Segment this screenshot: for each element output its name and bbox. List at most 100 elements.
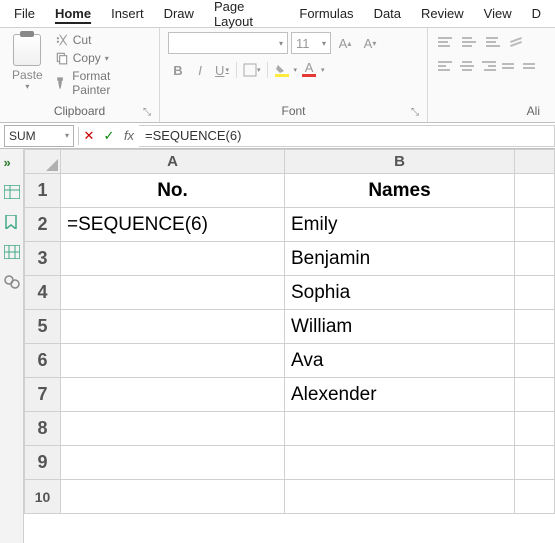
chevron-down-icon[interactable]: ▾ xyxy=(105,54,109,63)
cell[interactable]: Alexender xyxy=(285,378,515,412)
cell[interactable] xyxy=(61,242,285,276)
formula-input[interactable]: =SEQUENCE(6) xyxy=(139,125,555,147)
column-header-c[interactable] xyxy=(515,150,555,174)
cell[interactable] xyxy=(61,446,285,480)
accept-formula-button[interactable]: ✓ xyxy=(99,128,119,144)
align-bottom-button[interactable] xyxy=(484,32,506,52)
menu-tab-view[interactable]: View xyxy=(474,2,522,25)
menu-tab-formulas[interactable]: Formulas xyxy=(289,2,363,25)
bookmark-icon[interactable] xyxy=(4,215,20,229)
italic-button[interactable]: I xyxy=(190,60,210,80)
name-box[interactable]: SUM ▾ xyxy=(4,125,74,147)
cell[interactable] xyxy=(515,174,555,208)
column-header-a[interactable]: A xyxy=(61,150,285,174)
ribbon: Paste ▾ Cut Copy ▾ Format Painter xyxy=(0,28,555,123)
row-header[interactable]: 3 xyxy=(25,242,61,276)
row-header[interactable]: 2 xyxy=(25,208,61,242)
select-all-corner[interactable] xyxy=(25,150,61,174)
cell[interactable]: William xyxy=(285,310,515,344)
cell[interactable] xyxy=(61,276,285,310)
cell[interactable]: Benjamin xyxy=(285,242,515,276)
bold-button[interactable]: B xyxy=(168,60,188,80)
font-color-button[interactable]: A xyxy=(299,60,319,80)
table-icon[interactable] xyxy=(4,245,20,259)
side-panel: » xyxy=(0,149,24,543)
borders-button[interactable]: ▾ xyxy=(241,60,263,80)
formula-bar: SUM ▾ ✕ ✓ fx =SEQUENCE(6) xyxy=(0,123,555,149)
ribbon-group-alignment: Ali xyxy=(428,28,548,122)
expand-panel-icon[interactable]: » xyxy=(4,155,20,169)
increase-indent-button[interactable] xyxy=(521,56,540,76)
cell-editing[interactable]: =SEQUENCE(6) xyxy=(61,208,285,242)
cell[interactable]: Sophia xyxy=(285,276,515,310)
cell[interactable] xyxy=(61,412,285,446)
menu-tab-home[interactable]: Home xyxy=(45,2,101,25)
align-top-button[interactable] xyxy=(436,32,458,52)
row-header[interactable]: 8 xyxy=(25,412,61,446)
underline-button[interactable]: U▾ xyxy=(212,60,232,80)
cut-label: Cut xyxy=(73,33,92,47)
column-header-b[interactable]: B xyxy=(285,150,515,174)
cell[interactable] xyxy=(515,208,555,242)
increase-font-button[interactable]: A▴ xyxy=(334,32,356,54)
row-header[interactable]: 4 xyxy=(25,276,61,310)
row-header[interactable]: 6 xyxy=(25,344,61,378)
align-middle-button[interactable] xyxy=(460,32,482,52)
row-header[interactable]: 1 xyxy=(25,174,61,208)
insert-function-button[interactable]: fx xyxy=(119,128,139,143)
row-header[interactable]: 7 xyxy=(25,378,61,412)
decrease-indent-button[interactable] xyxy=(500,56,519,76)
cell[interactable]: Emily xyxy=(285,208,515,242)
row-header[interactable]: 5 xyxy=(25,310,61,344)
paste-button[interactable]: Paste ▾ xyxy=(8,32,47,102)
chevron-down-icon[interactable]: ▾ xyxy=(25,82,29,91)
align-left-button[interactable] xyxy=(436,56,455,76)
chevron-down-icon[interactable]: ▾ xyxy=(65,131,69,140)
chevron-down-icon[interactable]: ▾ xyxy=(321,66,325,74)
cell[interactable] xyxy=(515,412,555,446)
copy-button[interactable]: Copy ▾ xyxy=(53,50,151,66)
font-size-select[interactable]: 11▾ xyxy=(291,32,331,54)
cell[interactable] xyxy=(285,412,515,446)
cell[interactable] xyxy=(61,378,285,412)
cell[interactable] xyxy=(515,446,555,480)
cell[interactable] xyxy=(61,344,285,378)
cell[interactable] xyxy=(515,310,555,344)
menu-tab-more[interactable]: D xyxy=(522,2,551,25)
cut-button[interactable]: Cut xyxy=(53,32,151,48)
align-right-button[interactable] xyxy=(478,56,497,76)
cell[interactable]: No. xyxy=(61,174,285,208)
menu-tab-review[interactable]: Review xyxy=(411,2,474,25)
chevron-down-icon[interactable]: ▾ xyxy=(294,66,298,74)
find-icon[interactable] xyxy=(4,275,20,289)
dialog-launcher-icon[interactable]: ⤡ xyxy=(411,107,419,118)
menu-tab-file[interactable]: File xyxy=(4,2,45,25)
sheet-icon[interactable] xyxy=(4,185,20,199)
decrease-font-button[interactable]: A▾ xyxy=(359,32,381,54)
format-painter-button[interactable]: Format Painter xyxy=(53,68,151,98)
font-name-select[interactable]: ▾ xyxy=(168,32,288,54)
cell[interactable] xyxy=(515,378,555,412)
cell[interactable] xyxy=(515,480,555,514)
cell[interactable]: Ava xyxy=(285,344,515,378)
cell[interactable] xyxy=(515,242,555,276)
group-label-font: Font ⤡ xyxy=(168,102,419,120)
spreadsheet-grid[interactable]: A B 1No.Names 2=SEQUENCE(6)Emily 3 Benjam… xyxy=(24,149,555,543)
dialog-launcher-icon[interactable]: ⤡ xyxy=(143,107,151,118)
cell[interactable] xyxy=(285,480,515,514)
menu-tab-draw[interactable]: Draw xyxy=(154,2,204,25)
align-center-button[interactable] xyxy=(457,56,476,76)
cell[interactable] xyxy=(285,446,515,480)
row-header[interactable]: 9 xyxy=(25,446,61,480)
cell[interactable] xyxy=(515,276,555,310)
cell[interactable] xyxy=(61,310,285,344)
orientation-button[interactable] xyxy=(508,32,530,52)
cell[interactable] xyxy=(61,480,285,514)
cell[interactable] xyxy=(515,344,555,378)
cell[interactable]: Names xyxy=(285,174,515,208)
row-header[interactable]: 10 xyxy=(25,480,61,514)
cancel-formula-button[interactable]: ✕ xyxy=(79,128,99,144)
fill-color-button[interactable] xyxy=(272,60,292,80)
menu-tab-insert[interactable]: Insert xyxy=(101,2,154,25)
menu-tab-data[interactable]: Data xyxy=(364,2,411,25)
